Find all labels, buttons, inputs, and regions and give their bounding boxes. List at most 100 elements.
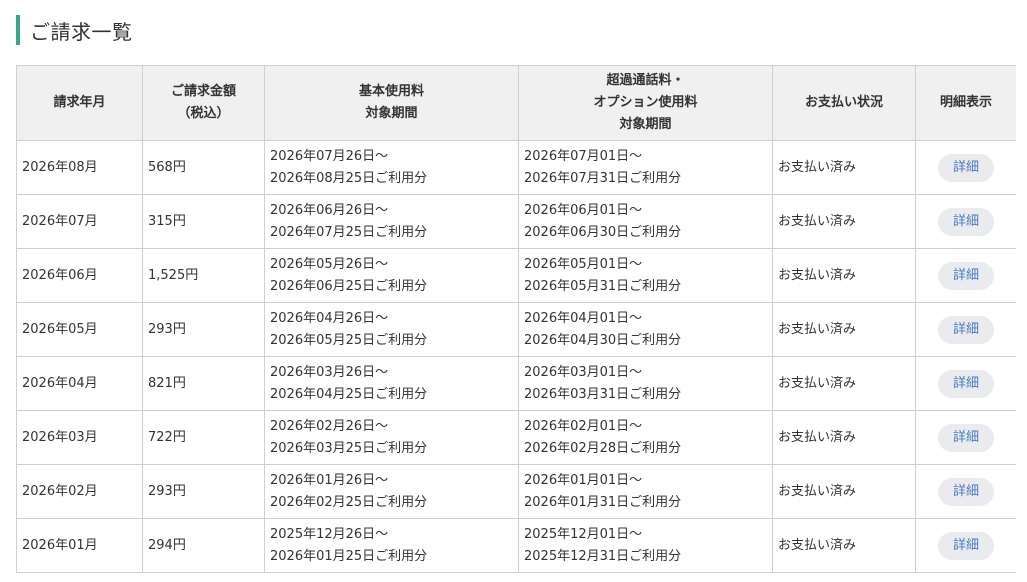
cell-overage-period: 2026年05月01日～ 2026年05月31日ご利用分 (518, 248, 773, 303)
basic-period-from: 2026年06月26日～ (270, 202, 389, 218)
title-accent-bar (16, 15, 20, 45)
header-detail: 明細表示 (915, 65, 1016, 141)
cell-amount: 293円 (142, 302, 265, 357)
cell-status: お支払い済み (772, 194, 916, 249)
cell-basic-period: 2026年06月26日～ 2026年07月25日ご利用分 (264, 194, 519, 249)
cell-amount: 315円 (142, 194, 265, 249)
header-amount-line2: （税込） (177, 106, 230, 121)
cell-amount: 821円 (142, 356, 265, 411)
detail-button[interactable]: 詳細 (938, 369, 994, 398)
cell-status: お支払い済み (772, 464, 916, 519)
basic-period-to: 2026年07月25日ご利用分 (270, 224, 428, 240)
cell-detail: 詳細 (915, 464, 1016, 519)
cell-status: お支払い済み (772, 518, 916, 573)
overage-period-from: 2026年04月01日～ (524, 310, 643, 326)
cell-detail: 詳細 (915, 140, 1016, 195)
cell-month: 2026年07月 (16, 194, 143, 249)
overage-period-from: 2026年05月01日～ (524, 256, 643, 272)
basic-period-to: 2026年01月25日ご利用分 (270, 548, 428, 564)
cell-basic-period: 2026年02月26日～ 2026年03月25日ご利用分 (264, 410, 519, 465)
page-title: ご請求一覧 (30, 19, 133, 44)
cell-amount: 722円 (142, 410, 265, 465)
overage-period-to: 2026年06月30日ご利用分 (524, 224, 682, 240)
overage-period-from: 2026年02月01日～ (524, 418, 643, 434)
cell-overage-period: 2026年01月01日～ 2026年01月31日ご利用分 (518, 464, 773, 519)
page-title-bar: ご請求一覧 (16, 15, 133, 45)
header-detail-label: 明細表示 (939, 95, 992, 110)
cell-month: 2026年06月 (16, 248, 143, 303)
cell-status: お支払い済み (772, 248, 916, 303)
cell-status: お支払い済み (772, 302, 916, 357)
header-payment-status: お支払い状況 (772, 65, 916, 141)
table-row: 2026年08月 568円 2026年07月26日～ 2026年08月25日ご利… (16, 140, 1016, 195)
cell-amount: 568円 (142, 140, 265, 195)
basic-period-to: 2026年03月25日ご利用分 (270, 440, 428, 456)
cell-month: 2026年03月 (16, 410, 143, 465)
header-basic-line2: 対象期間 (365, 106, 418, 121)
basic-period-from: 2026年02月26日～ (270, 418, 389, 434)
overage-period-from: 2026年01月01日～ (524, 472, 643, 488)
cell-overage-period: 2026年03月01日～ 2026年03月31日ご利用分 (518, 356, 773, 411)
cell-basic-period: 2026年05月26日～ 2026年06月25日ご利用分 (264, 248, 519, 303)
basic-period-from: 2026年03月26日～ (270, 364, 389, 380)
basic-period-to: 2026年06月25日ご利用分 (270, 278, 428, 294)
header-overage-period: 超過通話料・ オプション使用料 対象期間 (518, 65, 773, 141)
table-row: 2026年07月 315円 2026年06月26日～ 2026年07月25日ご利… (16, 194, 1016, 249)
cell-basic-period: 2026年04月26日～ 2026年05月25日ご利用分 (264, 302, 519, 357)
cell-status: お支払い済み (772, 140, 916, 195)
table-row: 2026年06月 1,525円 2026年05月26日～ 2026年06月25日… (16, 248, 1016, 303)
detail-button[interactable]: 詳細 (938, 531, 994, 560)
detail-button[interactable]: 詳細 (938, 153, 994, 182)
cell-month: 2026年02月 (16, 464, 143, 519)
detail-button[interactable]: 詳細 (938, 477, 994, 506)
detail-button[interactable]: 詳細 (938, 207, 994, 236)
basic-period-from: 2026年04月26日～ (270, 310, 389, 326)
cell-status: お支払い済み (772, 410, 916, 465)
header-billing-amount: ご請求金額 （税込） (142, 65, 265, 141)
cell-basic-period: 2026年07月26日～ 2026年08月25日ご利用分 (264, 140, 519, 195)
header-billing-month: 請求年月 (16, 65, 143, 141)
cell-amount: 1,525円 (142, 248, 265, 303)
cell-detail: 詳細 (915, 410, 1016, 465)
overage-period-to: 2025年12月31日ご利用分 (524, 548, 682, 564)
cell-month: 2026年05月 (16, 302, 143, 357)
overage-period-from: 2026年06月01日～ (524, 202, 643, 218)
table-row: 2026年05月 293円 2026年04月26日～ 2026年05月25日ご利… (16, 302, 1016, 357)
overage-period-from: 2026年03月01日～ (524, 364, 643, 380)
cell-overage-period: 2025年12月01日～ 2025年12月31日ご利用分 (518, 518, 773, 573)
overage-period-from: 2025年12月01日～ (524, 526, 643, 542)
basic-period-from: 2026年05月26日～ (270, 256, 389, 272)
basic-period-to: 2026年05月25日ご利用分 (270, 332, 428, 348)
cell-detail: 詳細 (915, 518, 1016, 573)
cell-month: 2026年01月 (16, 518, 143, 573)
overage-period-to: 2026年02月28日ご利用分 (524, 440, 682, 456)
detail-button[interactable]: 詳細 (938, 423, 994, 452)
billing-table: 請求年月 ご請求金額 （税込） 基本使用料 対象期間 超過通話料・ オプション使… (16, 65, 1016, 573)
billing-list-page: ご請求一覧 請求年月 ご請求金額 （税込） 基本使用料 対象期間 超過通話料・ … (0, 0, 1027, 582)
header-over-line1: 超過通話料・ (606, 73, 685, 88)
cell-month: 2026年08月 (16, 140, 143, 195)
cell-overage-period: 2026年06月01日～ 2026年06月30日ご利用分 (518, 194, 773, 249)
table-row: 2026年04月 821円 2026年03月26日～ 2026年04月25日ご利… (16, 356, 1016, 411)
overage-period-from: 2026年07月01日～ (524, 148, 643, 164)
header-over-line3: 対象期間 (619, 117, 672, 132)
header-status-label: お支払い状況 (804, 95, 883, 110)
cell-amount: 293円 (142, 464, 265, 519)
cell-month: 2026年04月 (16, 356, 143, 411)
detail-button[interactable]: 詳細 (938, 261, 994, 290)
overage-period-to: 2026年05月31日ご利用分 (524, 278, 682, 294)
table-row: 2026年01月 294円 2025年12月26日～ 2026年01月25日ご利… (16, 518, 1016, 573)
table-header-row: 請求年月 ご請求金額 （税込） 基本使用料 対象期間 超過通話料・ オプション使… (16, 65, 1016, 141)
cell-overage-period: 2026年04月01日～ 2026年04月30日ご利用分 (518, 302, 773, 357)
cell-detail: 詳細 (915, 302, 1016, 357)
basic-period-to: 2026年08月25日ご利用分 (270, 170, 428, 186)
cell-detail: 詳細 (915, 194, 1016, 249)
detail-button[interactable]: 詳細 (938, 315, 994, 344)
cell-basic-period: 2026年01月26日～ 2026年02月25日ご利用分 (264, 464, 519, 519)
header-over-line2: オプション使用料 (593, 95, 698, 110)
cell-detail: 詳細 (915, 248, 1016, 303)
overage-period-to: 2026年01月31日ご利用分 (524, 494, 682, 510)
basic-period-to: 2026年02月25日ご利用分 (270, 494, 428, 510)
cell-basic-period: 2026年03月26日～ 2026年04月25日ご利用分 (264, 356, 519, 411)
table-row: 2026年02月 293円 2026年01月26日～ 2026年02月25日ご利… (16, 464, 1016, 519)
